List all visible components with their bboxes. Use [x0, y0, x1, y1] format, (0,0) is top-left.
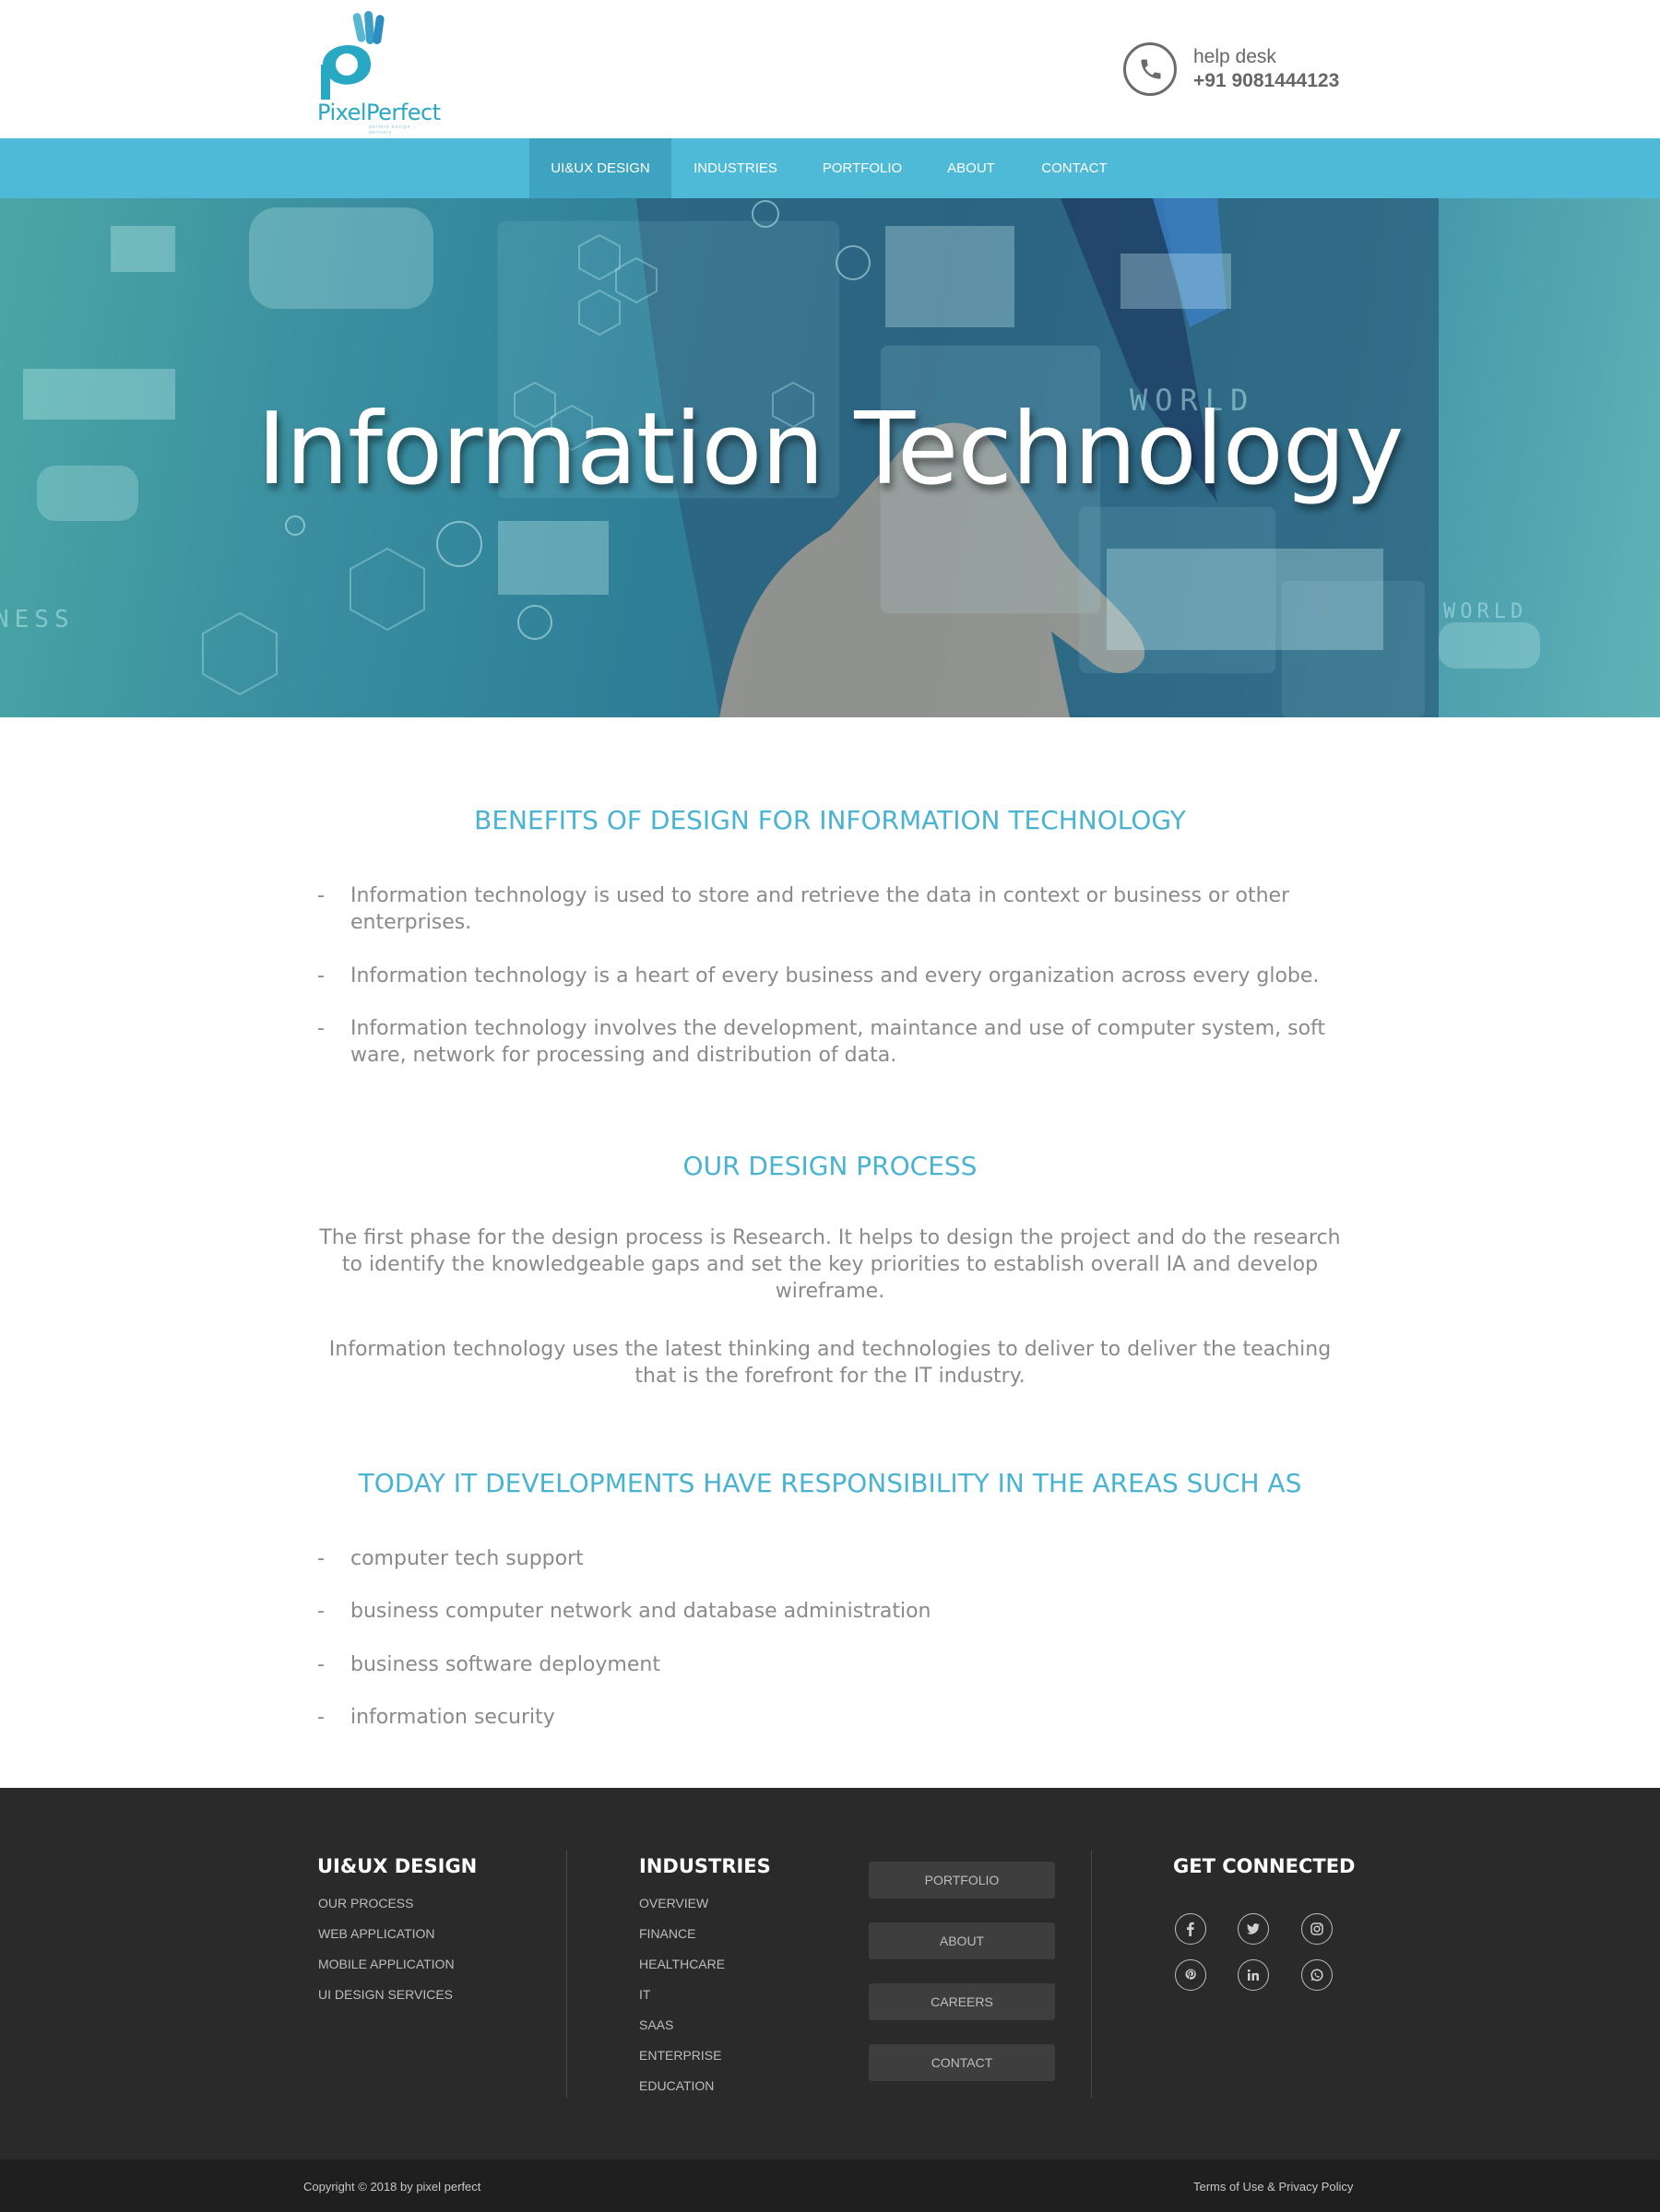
- bullet-dash: -: [317, 1547, 325, 1570]
- bullet-text: Information technology is a heart of eve…: [350, 964, 1320, 988]
- process-paragraph-1: The first phase for the design process i…: [319, 1226, 1341, 1303]
- footer-link-education[interactable]: EDUCATION: [639, 2078, 714, 2093]
- bullet-dash: -: [317, 1653, 325, 1676]
- bullet-dash: -: [317, 964, 325, 988]
- footer-industries-title: INDUSTRIES: [639, 1855, 771, 1877]
- nav-item-industries[interactable]: INDUSTRIES: [682, 138, 788, 198]
- footer-link-ui-design-services[interactable]: UI DESIGN SERVICES: [318, 1987, 453, 2002]
- footer-divider: [566, 1851, 567, 2098]
- instagram-icon[interactable]: [1301, 1913, 1333, 1945]
- twitter-icon[interactable]: [1238, 1913, 1269, 1945]
- bullet-text: business software deployment: [350, 1653, 660, 1676]
- bullet-text: computer tech support: [350, 1547, 584, 1570]
- copyright-bar: Copyright © 2018 by pixel perfect Terms …: [0, 2159, 1660, 2212]
- nav-item-contact[interactable]: CONTACT: [1033, 138, 1116, 198]
- bullet-dash: -: [317, 1017, 325, 1040]
- logo-text: PixelPerfect: [317, 100, 441, 125]
- bullet-dash: -: [317, 884, 325, 907]
- nav-item-uiux-design[interactable]: UI&UX DESIGN: [529, 138, 671, 198]
- facebook-icon[interactable]: [1175, 1913, 1206, 1945]
- logo-hand-icon: [321, 10, 385, 100]
- footer-link-enterprise[interactable]: ENTERPRISE: [639, 2048, 721, 2063]
- phone-icon: [1123, 42, 1177, 96]
- hero-banner: WORLD WORLD NESS Information Technology: [0, 198, 1660, 717]
- helpdesk[interactable]: help desk +91 9081444123: [1123, 42, 1363, 100]
- main-nav: UI&UX DESIGN INDUSTRIES PORTFOLIO ABOUT …: [0, 138, 1660, 198]
- bullet-dash: -: [317, 1600, 325, 1623]
- list-item: - Information technology is used to stor…: [317, 882, 1341, 938]
- bullet-text: Information technology is used to store …: [350, 884, 1290, 934]
- bullet-text: business computer network and database a…: [350, 1600, 931, 1623]
- svg-text:WORLD: WORLD: [1443, 600, 1527, 623]
- logo-tagline: perfect design .. delivery: [369, 124, 418, 136]
- footer-button-portfolio[interactable]: PORTFOLIO: [869, 1862, 1055, 1899]
- whatsapp-icon[interactable]: [1301, 1959, 1333, 1991]
- list-item: - Information technology involves the de…: [317, 1015, 1341, 1071]
- footer-button-careers[interactable]: CAREERS: [869, 1983, 1055, 2020]
- footer-link-healthcare[interactable]: HEALTHCARE: [639, 1957, 725, 1971]
- bullet-text: information security: [350, 1706, 555, 1729]
- linkedin-icon[interactable]: [1238, 1959, 1269, 1991]
- list-item: - information security: [317, 1704, 1341, 1732]
- nav-item-portfolio[interactable]: PORTFOLIO: [815, 138, 909, 198]
- svg-text:NESS: NESS: [0, 606, 75, 633]
- footer-button-about[interactable]: ABOUT: [869, 1922, 1055, 1959]
- nav-item-about[interactable]: ABOUT: [937, 138, 1005, 198]
- footer-link-finance[interactable]: FINANCE: [639, 1926, 695, 1941]
- footer-button-contact[interactable]: CONTACT: [869, 2044, 1055, 2081]
- footer-design-title: UI&UX DESIGN: [317, 1855, 478, 1877]
- logo[interactable]: PixelPerfect perfect design .. delivery: [314, 9, 443, 136]
- site-footer: UI&UX DESIGN OUR PROCESS WEB APPLICATION…: [0, 1788, 1660, 2159]
- list-item: - Information technology is a heart of e…: [317, 963, 1341, 990]
- footer-link-overview[interactable]: OVERVIEW: [639, 1896, 708, 1910]
- terms-privacy-link[interactable]: Terms of Use & Privacy Policy: [1193, 2180, 1353, 2194]
- hero-title: Information Technology: [256, 392, 1404, 507]
- list-item: - business software deployment: [317, 1651, 1341, 1679]
- areas-title: TODAY IT DEVELOPMENTS HAVE RESPONSIBILIT…: [358, 1468, 1302, 1498]
- footer-link-our-process[interactable]: OUR PROCESS: [318, 1896, 413, 1910]
- bullet-dash: -: [317, 1706, 325, 1729]
- footer-link-it[interactable]: IT: [639, 1987, 650, 2002]
- list-item: - business computer network and database…: [317, 1598, 1341, 1626]
- footer-link-mobile-application[interactable]: MOBILE APPLICATION: [318, 1957, 455, 1971]
- footer-connect-title: GET CONNECTED: [1173, 1855, 1356, 1877]
- helpdesk-label: help desk: [1193, 46, 1276, 67]
- footer-link-saas[interactable]: SAAS: [639, 2017, 673, 2032]
- process-title: OUR DESIGN PROCESS: [682, 1151, 978, 1181]
- footer-link-web-application[interactable]: WEB APPLICATION: [318, 1926, 435, 1941]
- list-item: - computer tech support: [317, 1545, 1341, 1573]
- site-header: PixelPerfect perfect design .. delivery …: [0, 0, 1660, 138]
- pinterest-icon[interactable]: [1175, 1959, 1206, 1991]
- bullet-text: Information technology involves the deve…: [350, 1017, 1326, 1067]
- footer-divider: [1091, 1851, 1092, 2098]
- helpdesk-number[interactable]: +91 9081444123: [1193, 70, 1339, 92]
- process-paragraph-2: Information technology uses the latest t…: [328, 1338, 1332, 1388]
- copyright-text: Copyright © 2018 by pixel perfect: [303, 2180, 481, 2194]
- benefits-title: BENEFITS OF DESIGN FOR INFORMATION TECHN…: [474, 805, 1186, 835]
